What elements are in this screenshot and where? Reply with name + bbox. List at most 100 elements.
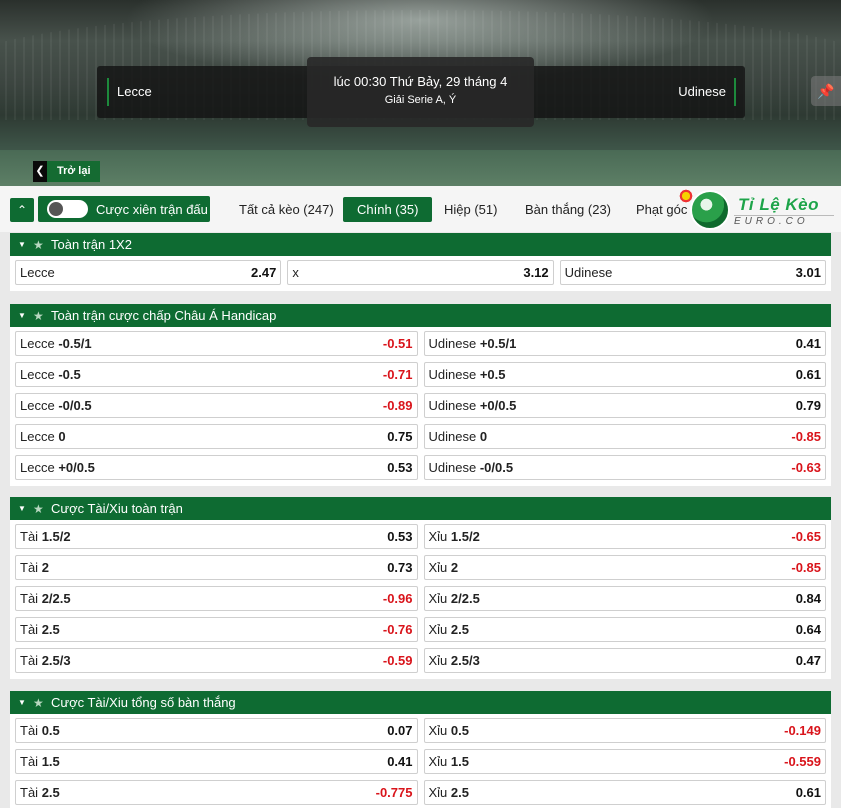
odds-cell[interactable]: Xỉu 2.5 0.61 [423,780,826,805]
star-icon[interactable]: ★ [33,696,45,710]
handicap-line: -0/0.5 [58,398,92,413]
selection-name: Tài [20,653,39,668]
collapse-all-button[interactable]: ⌃ [10,198,34,222]
odds-cell[interactable]: Udinese +0/0.5 0.79 [423,393,826,418]
odds-rows: Lecce 2.47 x 3.12 Udinese 3.01 [10,256,831,291]
odds-cell[interactable]: Udinese -0/0.5 -0.63 [423,455,826,480]
odds-value: -0.559 [784,754,821,769]
odds-value: -0.85 [791,429,821,444]
market-section-header[interactable]: ▼ ★ Cược Tài/Xiu tổng số bàn thắng [10,691,831,714]
selection-name: Xỉu [428,560,448,575]
odds-value: 0.53 [387,529,413,544]
selection-label: Lecce 0 [20,429,66,444]
odds-cell[interactable]: Lecce 2.47 [15,260,282,285]
odds-cell[interactable]: Tài 1.5 0.41 [15,749,418,774]
toggle-switch[interactable] [47,200,88,218]
tab-all-markets[interactable]: Tất cả kèo (247) [239,197,334,222]
star-icon[interactable]: ★ [33,238,45,252]
selection-label: Tài 0.5 [20,723,60,738]
odds-cell[interactable]: Xỉu 0.5 -0.149 [423,718,826,743]
odds-cell[interactable]: Tài 0.5 0.07 [15,718,418,743]
odds-cell[interactable]: Tài 1.5/2 0.53 [15,524,418,549]
back-button[interactable]: ❮ Trở lại [33,161,100,182]
selection-name: Udinese [428,460,477,475]
handicap-line: 2.5/3 [41,653,71,668]
odds-cell[interactable]: Udinese +0.5 0.61 [423,362,826,387]
odds-cell[interactable]: Tài 2/2.5 -0.96 [15,586,418,611]
selection-label: Tài 1.5 [20,754,60,769]
back-button-label: Trở lại [47,161,100,182]
caret-down-icon: ▼ [18,311,26,320]
selection-name: Udinese [428,429,477,444]
odds-cell[interactable]: Tài 2.5/3 -0.59 [15,648,418,673]
odds-cell[interactable]: Xỉu 2.5 0.64 [423,617,826,642]
odds-cell[interactable]: Lecce -0.5/1 -0.51 [15,331,418,356]
star-icon[interactable]: ★ [33,502,45,516]
market-section-header[interactable]: ▼ ★ Toàn trận cược chấp Châu Á Handicap [10,304,831,327]
tab-half[interactable]: Hiệp (51) [444,197,497,222]
selection-name: Tài [20,622,39,637]
odds-cell[interactable]: Lecce +0/0.5 0.53 [15,455,418,480]
odds-cell[interactable]: Xỉu 2/2.5 0.84 [423,586,826,611]
selection-name: x [292,265,299,280]
selection-name: Xỉu [428,785,448,800]
odds-row: Tài 2.5 -0.76 Xỉu 2.5 0.64 [15,617,826,648]
odds-value: 2.47 [251,265,277,280]
odds-value: 0.84 [795,591,821,606]
odds-cell[interactable]: Tài 2.5 -0.76 [15,617,418,642]
odds-row: Tài 2.5 -0.775 Xỉu 2.5 0.61 [15,780,826,808]
odds-cell[interactable]: Xỉu 2.5/3 0.47 [423,648,826,673]
double-chevron-up-icon: ⌃ [16,203,28,217]
market-section-header[interactable]: ▼ ★ Toàn trận 1X2 [10,233,831,256]
odds-cell[interactable]: Lecce -0/0.5 -0.89 [15,393,418,418]
selection-label: Udinese [565,265,613,280]
caret-down-icon: ▼ [18,240,26,249]
selection-name: Udinese [564,265,613,280]
odds-row: Lecce -0/0.5 -0.89 Udinese +0/0.5 0.79 [15,393,826,424]
odds-cell[interactable]: Udinese 3.01 [559,260,826,285]
handicap-line: -0/0.5 [479,460,514,475]
odds-row: Tài 2/2.5 -0.96 Xỉu 2/2.5 0.84 [15,586,826,617]
handicap-line: 2.5 [41,785,60,800]
odds-value: 0.41 [795,336,821,351]
handicap-line: 1.5 [41,754,60,769]
selection-label: Udinese +0.5 [429,367,506,382]
odds-value: -0.59 [382,653,413,668]
selection-name: Lecce [20,398,55,413]
market-section: ▼ ★ Toàn trận cược chấp Châu Á Handicap Lec… [10,304,831,486]
tab-goals[interactable]: Bàn thắng (23) [525,197,611,222]
handicap-line: 2 [41,560,49,575]
selection-name: Xỉu [428,653,448,668]
selection-label: Udinese +0/0.5 [429,398,517,413]
pin-button[interactable]: 📌 [811,76,841,106]
parlay-toggle[interactable]: Cược xiên trận đấu [38,196,210,222]
market-section-title: Toàn trận 1X2 [51,237,132,252]
odds-cell[interactable]: Lecce 0 0.75 [15,424,418,449]
odds-row: Lecce +0/0.5 0.53 Udinese -0/0.5 -0.63 [15,455,826,486]
chevron-left-icon: ❮ [33,161,47,182]
handicap-line: 0 [479,429,488,444]
handicap-line: 2/2.5 [41,591,71,606]
selection-name: Tài [20,560,39,575]
selection-name: Xỉu [428,529,448,544]
odds-cell[interactable]: Udinese +0.5/1 0.41 [423,331,826,356]
odds-cell[interactable]: Lecce -0.5 -0.71 [15,362,418,387]
odds-cell[interactable]: Udinese 0 -0.85 [423,424,826,449]
market-section-header[interactable]: ▼ ★ Cược Tài/Xiu toàn trận [10,497,831,520]
star-icon[interactable]: ★ [33,309,45,323]
odds-cell[interactable]: Xỉu 1.5 -0.559 [423,749,826,774]
selection-name: Xỉu [428,622,448,637]
tab-main[interactable]: Chính (35) [343,197,433,222]
market-section: ▼ ★ Cược Tài/Xiu tổng số bàn thắng Tài 0.5 0… [10,691,831,808]
odds-cell[interactable]: Xỉu 2 -0.85 [423,555,826,580]
market-section-title: Cược Tài/Xiu tổng số bàn thắng [51,695,236,710]
selection-label: Tài 2.5/3 [20,653,71,668]
odds-cell[interactable]: Tài 2.5 -0.775 [15,780,418,805]
odds-cell[interactable]: x 3.12 [287,260,554,285]
odds-value: -0.89 [382,398,413,413]
odds-cell[interactable]: Xỉu 1.5/2 -0.65 [423,524,826,549]
home-team-name: Lecce [107,78,152,106]
handicap-line: 0.5 [41,723,60,738]
odds-cell[interactable]: Tài 2 0.73 [15,555,418,580]
selection-label: Lecce +0/0.5 [20,460,95,475]
